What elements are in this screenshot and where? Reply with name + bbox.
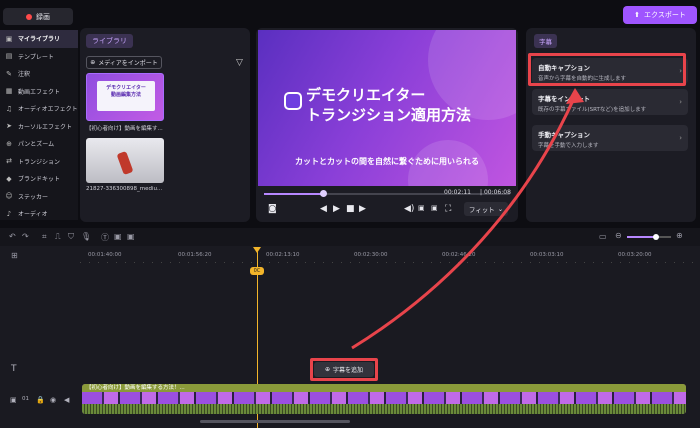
arrow-head [566,88,584,104]
arrow-line [351,95,577,350]
annotation-arrow [351,88,584,350]
